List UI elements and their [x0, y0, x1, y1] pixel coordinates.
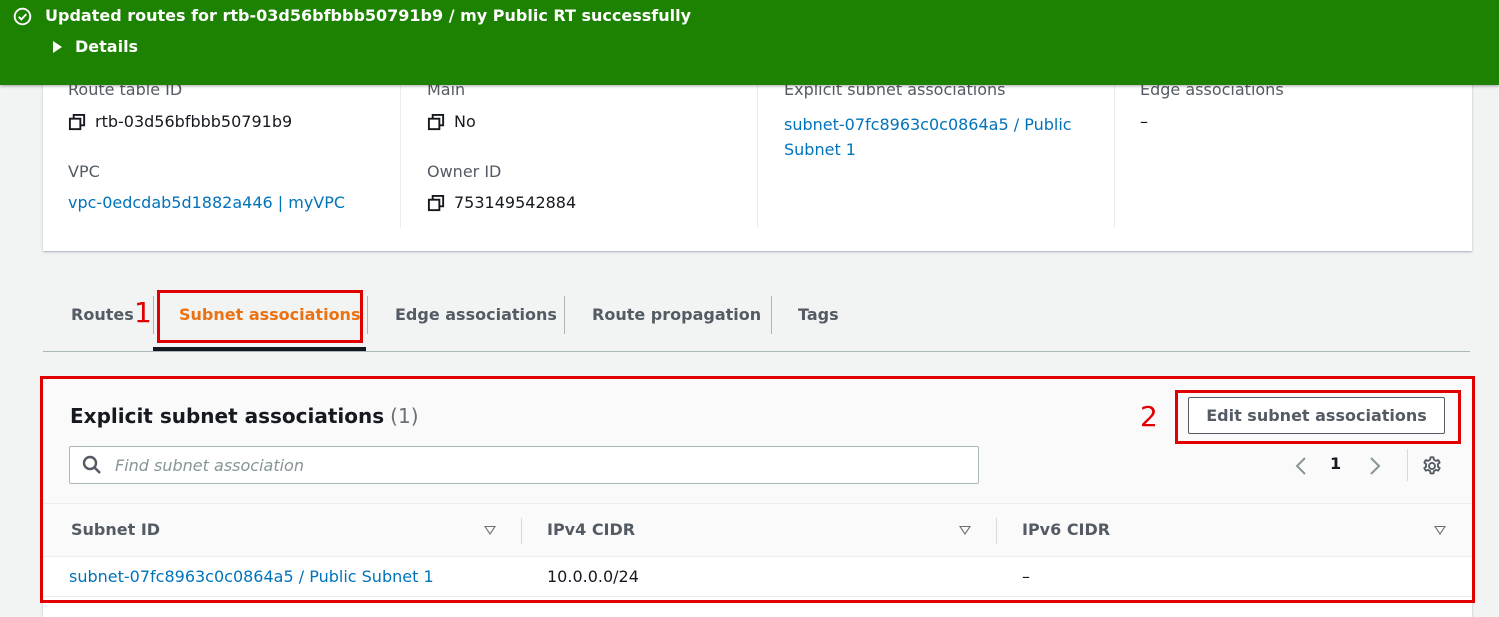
edge-associations-value: – [1140, 112, 1148, 131]
success-flash-banner: Updated routes for rtb-03d56bfbbb50791b9… [0, 0, 1499, 85]
route-table-details-card: Route table ID rtb-03d56bfbbb50791b9 VPC… [43, 60, 1472, 251]
sort-caret-down-icon[interactable] [1434, 526, 1446, 535]
page-number[interactable]: 1 [1330, 454, 1341, 474]
copy-icon[interactable] [427, 113, 446, 132]
explicit-subnet-link-line1: subnet-07fc8963c0c0864a5 / Public [784, 115, 1072, 134]
copy-icon[interactable] [427, 194, 446, 213]
route-table-id-value: rtb-03d56bfbbb50791b9 [68, 112, 292, 132]
search-field[interactable] [69, 446, 979, 484]
sort-caret-down-icon[interactable] [484, 526, 496, 535]
tab-route-propagation[interactable]: Route propagation [592, 286, 761, 352]
tab-subnet-associations[interactable]: Subnet associations [179, 286, 360, 352]
check-circle-icon [13, 7, 32, 26]
explicit-subnet-associations-table: Explicit subnet associations (1) Edit sub… [43, 377, 1472, 617]
tab-divider [153, 296, 154, 334]
annotation-number-1: 1 [134, 296, 152, 329]
column-divider [400, 85, 401, 228]
active-tab-indicator [153, 347, 366, 351]
owner-id-value: 753149542884 [427, 193, 576, 213]
pager-divider [1407, 449, 1408, 481]
copy-icon[interactable] [68, 113, 87, 132]
column-header-ipv4-cidr[interactable]: IPv4 CIDR [547, 520, 635, 540]
owner-id-text: 753149542884 [454, 193, 577, 212]
subnet-id-link[interactable]: subnet-07fc8963c0c0864a5 / Public Subnet… [69, 567, 434, 587]
column-divider[interactable] [996, 518, 997, 544]
owner-id-label: Owner ID [427, 162, 502, 181]
edit-subnet-associations-button[interactable]: Edit subnet associations [1188, 397, 1445, 434]
tab-divider [564, 296, 565, 334]
ipv6-cidr-cell: – [1022, 567, 1030, 586]
sort-caret-down-icon[interactable] [959, 526, 971, 535]
tab-divider [367, 296, 368, 334]
vpc-link[interactable]: vpc-0edcdab5d1882a446 | myVPC [68, 193, 345, 213]
table-row: subnet-07fc8963c0c0864a5 / Public Subnet… [43, 557, 1472, 597]
flash-details-label: Details [75, 37, 139, 56]
explicit-subnet-link-line2: Subnet 1 [784, 140, 856, 159]
column-divider [757, 85, 758, 228]
flash-message: Updated routes for rtb-03d56bfbbb50791b9… [45, 6, 692, 25]
table-title-text: Explicit subnet associations [70, 404, 385, 428]
table-count: (1) [390, 404, 419, 428]
search-icon [82, 455, 101, 474]
flash-details-toggle[interactable]: Details [53, 37, 138, 57]
column-divider[interactable] [521, 518, 522, 544]
table-column-headers: Subnet ID IPv4 CIDR IPv6 CIDR [43, 504, 1472, 557]
search-input[interactable] [115, 455, 955, 475]
vpc-value: vpc-0edcdab5d1882a446 | myVPC [68, 193, 345, 213]
tab-divider [771, 296, 772, 334]
caret-right-icon [53, 41, 62, 53]
main-text: No [454, 112, 476, 131]
column-divider [1114, 85, 1115, 228]
column-header-ipv6-cidr[interactable]: IPv6 CIDR [1022, 520, 1110, 540]
tab-edge-associations[interactable]: Edge associations [395, 286, 557, 352]
explicit-subnet-association-link[interactable]: subnet-07fc8963c0c0864a5 / Public Subnet… [784, 112, 1072, 162]
gear-icon[interactable] [1421, 455, 1443, 477]
table-header-section: Explicit subnet associations (1) Edit sub… [43, 377, 1472, 504]
chevron-left-icon[interactable] [1293, 456, 1309, 476]
tab-bar: Routes Subnet associations Edge associat… [43, 286, 1470, 352]
column-header-subnet-id[interactable]: Subnet ID [71, 520, 160, 540]
route-table-id-text: rtb-03d56bfbbb50791b9 [95, 112, 293, 131]
annotation-number-2: 2 [1140, 400, 1158, 433]
ipv4-cidr-cell: 10.0.0.0/24 [547, 567, 639, 586]
chevron-right-icon[interactable] [1367, 456, 1383, 476]
tab-routes[interactable]: Routes [71, 286, 134, 352]
main-value: No [427, 112, 476, 132]
vpc-label: VPC [68, 162, 100, 181]
table-title: Explicit subnet associations (1) [70, 403, 419, 429]
tab-tags[interactable]: Tags [798, 286, 839, 352]
